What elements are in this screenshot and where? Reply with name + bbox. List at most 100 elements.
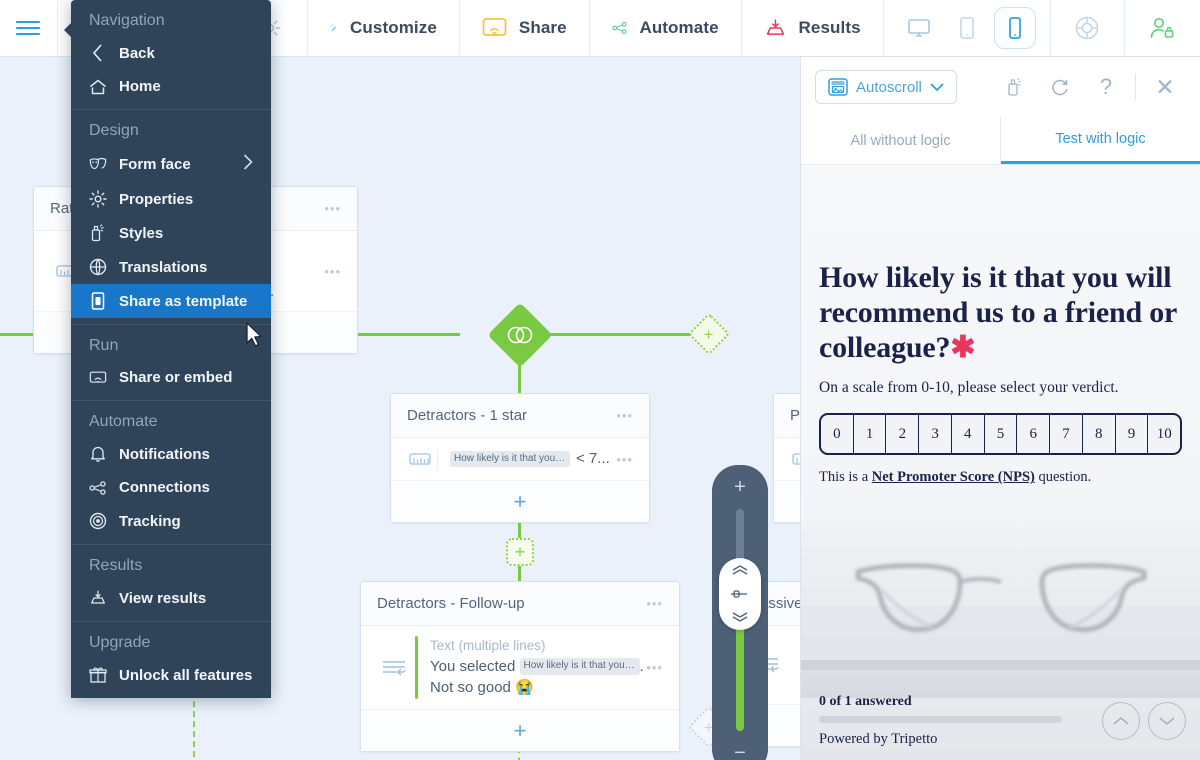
magic-wand-icon — [331, 24, 337, 32]
nps-option-4[interactable]: 4 — [952, 415, 985, 454]
account-button[interactable] — [1125, 0, 1200, 56]
card-row[interactable]: Text (multiple lines) You selected How l… — [361, 626, 679, 710]
menu-item-label: Notifications — [119, 445, 210, 463]
plus-icon: + — [704, 324, 714, 344]
autoscroll-icon — [828, 78, 848, 96]
connections-icon — [89, 480, 107, 496]
menu-item-label: Share or embed — [119, 369, 233, 386]
menu-item-unlock-all-features[interactable]: Unlock all features — [71, 658, 271, 692]
chevron-up-icon — [1113, 716, 1129, 725]
menu-item-properties[interactable]: Properties — [71, 182, 271, 216]
card-add-button[interactable]: + — [391, 480, 649, 522]
chevron-double-down-icon[interactable] — [730, 611, 750, 623]
toolbar-item-results[interactable]: Results — [742, 0, 884, 56]
nps-link[interactable]: Net Promoter Score (NPS) — [872, 469, 1035, 485]
card-passives-top[interactable]: Pa — [773, 393, 800, 523]
nps-option-6[interactable]: 6 — [1017, 415, 1051, 454]
mobile-view-button[interactable] — [993, 7, 1036, 49]
nav-next-button[interactable] — [1148, 702, 1186, 740]
card-header[interactable]: Pa — [774, 394, 800, 438]
card-detractors-1star[interactable]: Detractors - 1 star ••• How likely is it… — [390, 393, 650, 523]
card-header[interactable]: Detractors - 1 star ••• — [391, 394, 649, 438]
variable-chip: How likely is it that you will r... — [519, 658, 640, 675]
share-screen-icon — [482, 18, 507, 37]
card-add-button[interactable] — [774, 480, 800, 522]
form-preview-body: How likely is it that you will recommend… — [801, 166, 1200, 760]
device-switcher — [884, 0, 1051, 56]
nav-previous-button[interactable] — [1102, 702, 1140, 740]
autoscroll-dropdown[interactable]: Autoscroll — [815, 70, 957, 104]
form-note: This is a Net Promoter Score (NPS) quest… — [819, 469, 1182, 486]
add-card-between[interactable]: + — [506, 538, 534, 566]
zoom-out-button[interactable]: − — [734, 743, 746, 760]
app-root: + + + Ratings ••• (0-10) How likely is i… — [0, 0, 1200, 760]
row-menu-button[interactable]: ••• — [616, 452, 633, 467]
hamburger-menu-button[interactable] — [0, 0, 58, 56]
row-menu-button[interactable]: ••• — [324, 264, 341, 279]
menu-item-view-results[interactable]: View results — [71, 581, 271, 615]
nps-option-1[interactable]: 1 — [854, 415, 887, 454]
nps-option-0[interactable]: 0 — [821, 415, 854, 454]
menu-item-share-as-template[interactable]: Share as template — [71, 284, 271, 318]
card-detractors-followup[interactable]: Detractors - Follow-up ••• Text (multipl… — [360, 581, 680, 753]
zoom-in-button[interactable]: + — [734, 477, 746, 497]
row-text-before: You selected — [430, 657, 516, 675]
tab-all-without-logic[interactable]: All without logic — [801, 117, 1001, 164]
card-header[interactable]: Detractors - Follow-up ••• — [361, 582, 679, 626]
form-nav-buttons — [1102, 702, 1186, 740]
toolbar-item-customize[interactable]: Customize — [308, 0, 460, 56]
menu-item-label: Back — [119, 44, 155, 62]
menu-item-share-or-embed[interactable]: Share or embed — [71, 361, 271, 394]
lifebuoy-icon — [1075, 16, 1099, 40]
nps-option-2[interactable]: 2 — [886, 415, 920, 454]
add-branch-node[interactable]: + — [687, 312, 731, 356]
nps-option-9[interactable]: 9 — [1116, 415, 1149, 454]
tab-test-with-logic[interactable]: Test with logic — [1001, 117, 1200, 164]
masks-icon — [89, 156, 107, 172]
help-icon[interactable]: ? — [1085, 68, 1127, 106]
row-menu-button[interactable]: ••• — [646, 660, 663, 675]
menu-item-tracking[interactable]: Tracking — [71, 504, 271, 538]
zoom-slider-handle[interactable] — [719, 557, 761, 630]
tablet-view-button[interactable] — [946, 7, 988, 49]
nps-scale[interactable]: 0 1 2 3 4 5 6 7 8 9 10 — [819, 413, 1182, 456]
nps-option-7[interactable]: 7 — [1050, 415, 1083, 454]
card-row[interactable] — [774, 438, 800, 480]
card-add-button[interactable]: + — [361, 709, 679, 752]
card-menu-button[interactable]: ••• — [616, 408, 633, 423]
branch-venn-icon — [507, 326, 533, 344]
chevron-double-up-icon[interactable] — [730, 564, 750, 576]
gift-icon — [89, 666, 107, 684]
card-menu-button[interactable]: ••• — [324, 201, 341, 216]
nps-option-5[interactable]: 5 — [985, 415, 1018, 454]
menu-item-translations[interactable]: Translations — [71, 250, 271, 284]
close-icon[interactable]: ✕ — [1144, 68, 1186, 106]
nps-option-10[interactable]: 10 — [1148, 415, 1180, 453]
toolbar-item-automate[interactable]: Automate — [590, 0, 742, 56]
refresh-icon[interactable] — [1039, 68, 1081, 106]
zoom-control[interactable]: + − — [712, 465, 768, 760]
card-title: Detractors - Follow-up — [377, 595, 525, 612]
zoom-slider-track[interactable] — [719, 509, 761, 731]
card-row-body: How likely is it that you will r... < 7.… — [437, 448, 616, 470]
condition-variable-chip: How likely is it that you will r... — [450, 450, 570, 468]
chevron-right-icon — [243, 154, 253, 174]
menu-item-notifications[interactable]: Notifications — [71, 437, 271, 471]
menu-item-home[interactable]: Home — [71, 70, 271, 103]
toolbar-item-share[interactable]: Share — [460, 0, 590, 56]
menu-item-form-face[interactable]: Form face — [71, 146, 271, 182]
card-row[interactable]: How likely is it that you will r... < 7.… — [391, 438, 649, 480]
branch-node[interactable] — [487, 302, 553, 368]
menu-item-label: Tracking — [119, 512, 181, 530]
hamburger-menu-icon — [16, 20, 41, 36]
nps-option-3[interactable]: 3 — [919, 415, 952, 454]
card-menu-button[interactable]: ••• — [646, 596, 663, 611]
globe-icon — [89, 258, 107, 276]
menu-item-connections[interactable]: Connections — [71, 471, 271, 504]
menu-item-styles[interactable]: Styles — [71, 216, 271, 250]
help-button[interactable] — [1051, 0, 1125, 56]
nps-option-8[interactable]: 8 — [1083, 415, 1116, 454]
desktop-view-button[interactable] — [898, 7, 940, 49]
styles-icon[interactable] — [993, 68, 1035, 106]
menu-item-back[interactable]: Back — [71, 36, 271, 70]
